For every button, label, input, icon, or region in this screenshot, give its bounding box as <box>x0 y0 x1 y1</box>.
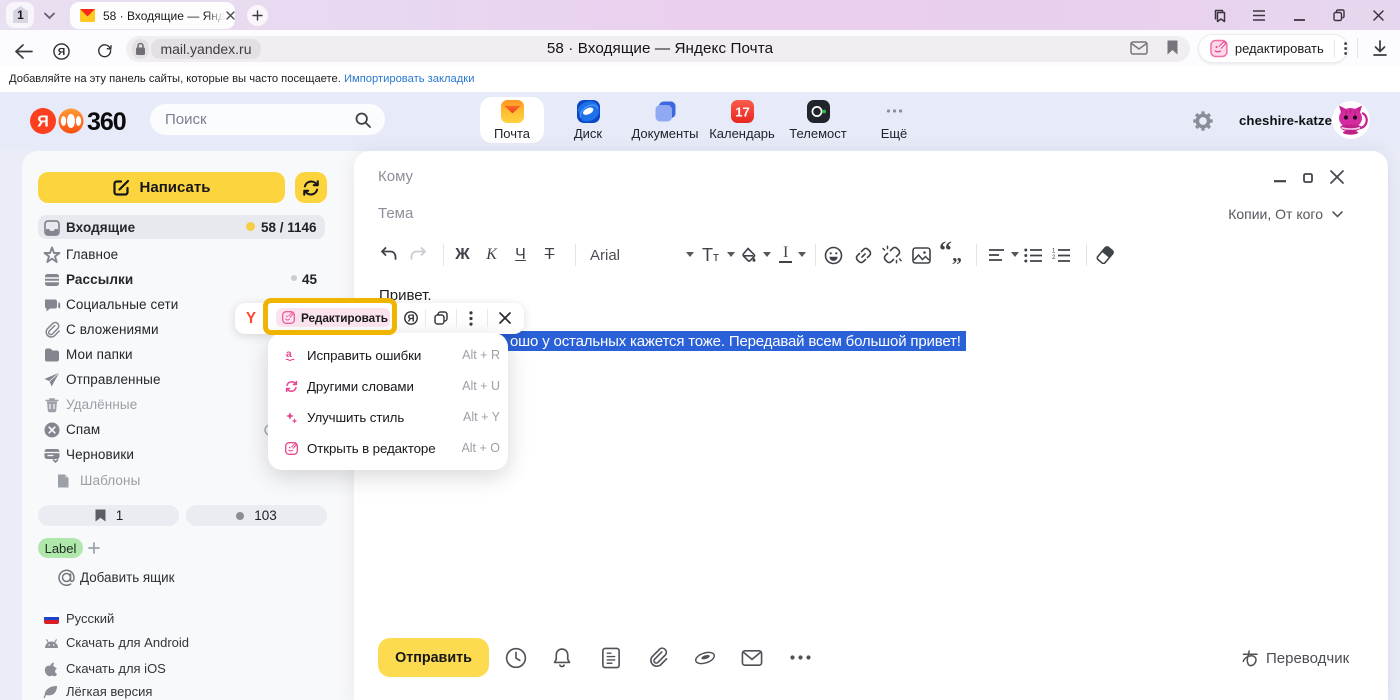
svg-text:Я: Я <box>58 47 66 58</box>
svg-text:Я: Я <box>37 113 49 130</box>
svg-text:Я: Я <box>407 314 414 325</box>
svg-text:1: 1 <box>1052 249 1056 255</box>
svg-text:a: a <box>286 348 292 360</box>
svg-text:17: 17 <box>735 105 749 120</box>
svg-text:360: 360 <box>87 108 126 135</box>
svg-text:2: 2 <box>1052 255 1056 261</box>
